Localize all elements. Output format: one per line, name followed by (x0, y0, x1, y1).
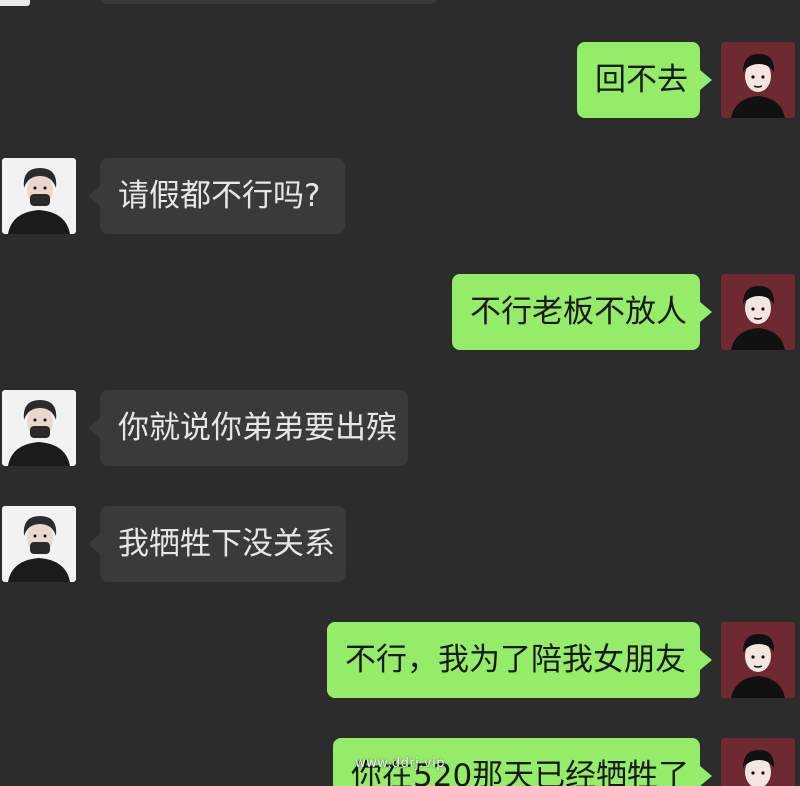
message-text: 不行老板不放人 (470, 294, 687, 330)
message-bubble-incoming[interactable]: 你就说你弟弟要出殡 (88, 390, 408, 466)
watermark-text: www.ddrj.vip (355, 756, 445, 771)
partial-message-bubble-top (100, 0, 438, 4)
message-text: 我牺牲下没关系 (118, 526, 335, 562)
cartoon-guy-avatar-icon[interactable] (721, 42, 795, 118)
message-text: 请假都不行吗? (118, 178, 321, 214)
message-bubble-incoming[interactable]: 我牺牲下没关系 (88, 506, 346, 582)
message-text: 回不去 (595, 62, 688, 98)
message-bubble-outgoing[interactable]: 不行老板不放人 (452, 274, 712, 350)
cartoon-guy-avatar-icon[interactable] (721, 622, 795, 698)
message-text: 不行，我为了陪我女朋友 (345, 642, 686, 678)
masked-guy-avatar-icon[interactable] (2, 506, 76, 582)
chat-conversation: 回不去 请假都不行吗? 不行老板不放人 你就说你弟弟要出殡 我牺牲下没关系 不行… (0, 0, 800, 786)
masked-guy-avatar-icon[interactable] (2, 390, 76, 466)
cartoon-guy-avatar-icon[interactable] (721, 274, 795, 350)
message-text: 你就说你弟弟要出殡 (118, 410, 397, 446)
message-bubble-outgoing[interactable]: 不行，我为了陪我女朋友 (327, 622, 712, 698)
message-bubble-outgoing[interactable]: 回不去 (577, 42, 712, 118)
message-bubble-incoming[interactable]: 请假都不行吗? (88, 158, 345, 234)
partial-avatar-top (0, 0, 30, 6)
cartoon-guy-avatar-icon[interactable] (721, 738, 795, 786)
masked-guy-avatar-icon[interactable] (2, 158, 76, 234)
